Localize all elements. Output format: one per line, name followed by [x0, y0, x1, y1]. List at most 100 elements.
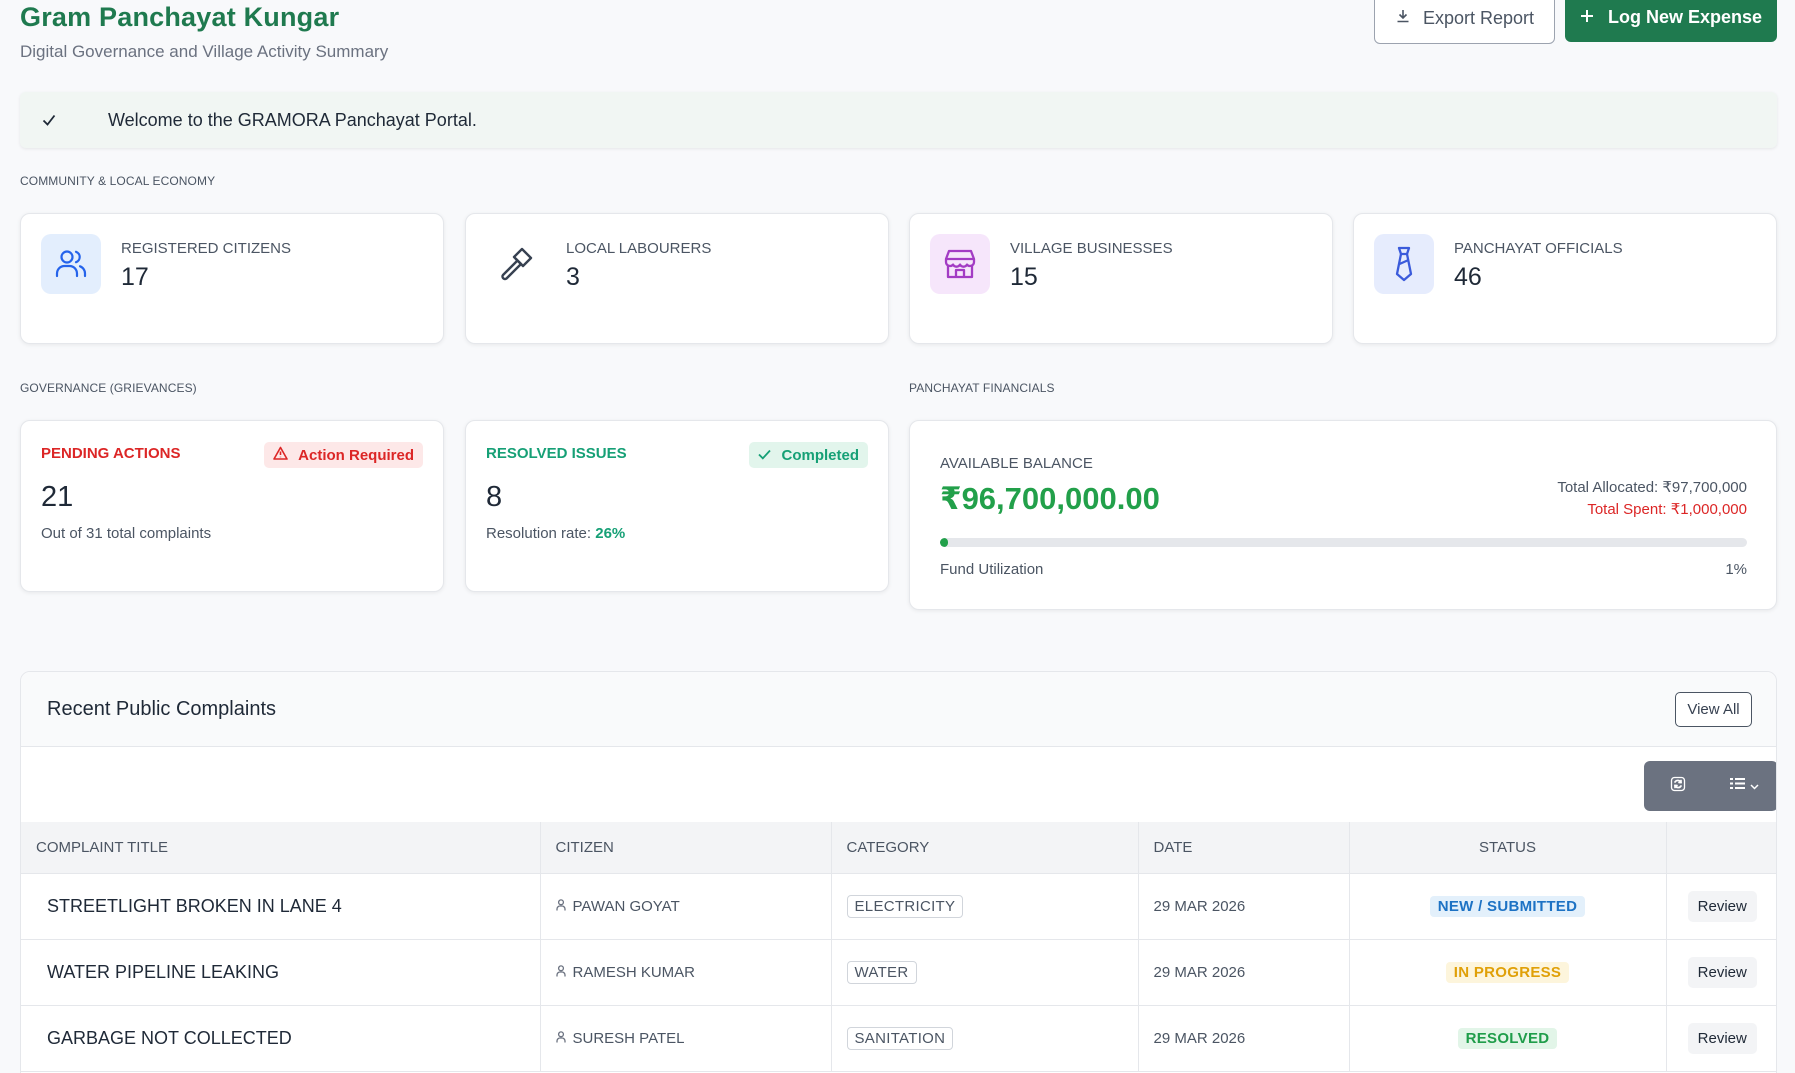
resolved-issues-label: RESOLVED ISSUES: [486, 445, 627, 462]
column-header-citizen[interactable]: CITIZEN: [540, 822, 832, 874]
column-header-status[interactable]: STATUS: [1349, 822, 1667, 874]
alert-message: Welcome to the GRAMORA Panchayat Portal.: [108, 109, 477, 130]
stat-value: 17: [121, 263, 149, 291]
badge-label: Action Required: [298, 446, 414, 464]
completed-badge: Completed: [749, 442, 868, 468]
columns-icon: [1730, 777, 1746, 795]
fund-utilization-bar: [940, 538, 1747, 547]
resolved-count: 8: [486, 481, 503, 513]
welcome-alert: Welcome to the GRAMORA Panchayat Portal.: [20, 92, 1777, 148]
table-row[interactable]: GARBAGE NOT COLLECTED SURESH PATEL SANIT…: [21, 1005, 1776, 1072]
available-balance: ₹96,700,000.00: [940, 481, 1160, 516]
pending-actions-card[interactable]: PENDING ACTIONS Action Required 21 Out o…: [20, 420, 444, 592]
complaint-title: WATER PIPELINE LEAKING: [21, 939, 541, 1006]
complaint-title: GARBAGE NOT COLLECTED: [21, 1005, 541, 1072]
community-section-label: COMMUNITY & LOCAL ECONOMY: [20, 174, 216, 188]
user-icon: [555, 964, 566, 981]
export-report-button[interactable]: Export Report: [1374, 0, 1555, 44]
tie-icon: [1374, 234, 1434, 294]
complaint-title: STREETLIGHT BROKEN IN LANE 4: [21, 873, 541, 940]
total-spent: Total Spent: ₹1,000,000: [1587, 501, 1747, 518]
stat-value: 46: [1454, 263, 1482, 291]
fund-utilization-fill: [940, 538, 949, 547]
action-cell: Review: [1666, 1005, 1776, 1072]
category-cell: WATER: [831, 939, 1139, 1006]
action-cell: Review: [1666, 873, 1776, 940]
table-toolbar: [1644, 761, 1776, 811]
stat-card-officials[interactable]: PANCHAYAT OFFICIALS 46: [1353, 213, 1777, 344]
columns-toggle-button[interactable]: [1711, 761, 1776, 811]
stat-card-labourers[interactable]: LOCAL LABOURERS 3: [465, 213, 889, 344]
page-title: Gram Panchayat Kungar: [20, 2, 340, 32]
check-icon: [42, 114, 64, 126]
column-header-action: [1666, 822, 1776, 874]
badge-label: Completed: [781, 446, 859, 464]
page-subtitle: Digital Governance and Village Activity …: [20, 42, 389, 61]
panel-title: Recent Public Complaints: [47, 698, 276, 720]
warning-icon: [273, 446, 288, 464]
table-row[interactable]: WATER PIPELINE LEAKING RAMESH KUMAR WATE…: [21, 939, 1776, 1006]
citizen-cell: PAWAN GOYAT: [540, 873, 832, 940]
column-header-date[interactable]: DATE: [1138, 822, 1350, 874]
table-row[interactable]: STREETLIGHT BROKEN IN LANE 4 PAWAN GOYAT…: [21, 873, 1776, 940]
refresh-icon: [1670, 776, 1686, 797]
status-badge: IN PROGRESS: [1445, 961, 1570, 983]
date-cell: 29 MAR 2026: [1138, 939, 1350, 1006]
category-tag: WATER: [846, 960, 917, 984]
export-report-label: Export Report: [1422, 7, 1535, 28]
review-button[interactable]: Review: [1687, 1022, 1757, 1054]
column-header-category[interactable]: CATEGORY: [831, 822, 1139, 874]
category-tag: SANITATION: [846, 1026, 954, 1050]
resolution-rate: Resolution rate: 26%: [486, 525, 625, 542]
citizen-name: PAWAN GOYAT: [572, 897, 680, 915]
citizen-name: SURESH PATEL: [572, 1029, 685, 1047]
table-header-row: COMPLAINT TITLE CITIZEN CATEGORY DATE ST…: [21, 822, 1776, 874]
panel-header: Recent Public Complaints View All: [21, 672, 1776, 747]
chevron-down-icon: [1750, 777, 1759, 795]
pending-count: 21: [41, 481, 74, 513]
citizen-cell: SURESH PATEL: [540, 1005, 832, 1072]
fund-utilization-label: Fund Utilization: [940, 561, 1044, 578]
action-cell: Review: [1666, 939, 1776, 1006]
hammer-icon: [486, 234, 546, 294]
status-cell: RESOLVED: [1349, 1005, 1667, 1072]
user-icon: [555, 1030, 566, 1047]
action-required-badge: Action Required: [264, 442, 423, 468]
financials-card: AVAILABLE BALANCE ₹96,700,000.00 Total A…: [909, 420, 1777, 610]
download-icon: [1395, 8, 1411, 29]
stat-card-citizens[interactable]: REGISTERED CITIZENS 17: [20, 213, 444, 344]
status-cell: NEW / SUBMITTED: [1349, 873, 1667, 940]
review-button[interactable]: Review: [1687, 890, 1757, 922]
view-all-button[interactable]: View All: [1675, 692, 1752, 727]
log-new-expense-label: Log New Expense: [1607, 6, 1763, 27]
users-icon: [41, 234, 101, 294]
date-cell: 29 MAR 2026: [1138, 873, 1350, 940]
status-badge: NEW / SUBMITTED: [1429, 895, 1586, 917]
log-new-expense-button[interactable]: Log New Expense: [1565, 0, 1777, 42]
pending-actions-label: PENDING ACTIONS: [41, 445, 181, 462]
stat-card-businesses[interactable]: VILLAGE BUSINESSES 15: [909, 213, 1333, 344]
complaints-table: COMPLAINT TITLE CITIZEN CATEGORY DATE ST…: [21, 822, 1776, 1072]
review-button[interactable]: Review: [1687, 956, 1757, 988]
status-badge: RESOLVED: [1457, 1027, 1558, 1049]
stat-value: 3: [566, 263, 580, 291]
column-header-title[interactable]: COMPLAINT TITLE: [21, 822, 541, 874]
governance-section-label: GOVERNANCE (GRIEVANCES): [20, 381, 197, 395]
stat-value: 15: [1010, 263, 1038, 291]
resolved-issues-card[interactable]: RESOLVED ISSUES Completed 8 Resolution r…: [465, 420, 889, 592]
resolution-rate-value: 26%: [595, 525, 626, 542]
total-allocated: Total Allocated: ₹97,700,000: [1557, 479, 1747, 496]
pending-sub: Out of 31 total complaints: [41, 525, 212, 542]
citizen-cell: RAMESH KUMAR: [540, 939, 832, 1006]
stat-label: REGISTERED CITIZENS: [121, 240, 292, 257]
financials-section-label: PANCHAYAT FINANCIALS: [909, 381, 1055, 395]
plus-icon: [1580, 7, 1594, 28]
category-cell: SANITATION: [831, 1005, 1139, 1072]
user-icon: [555, 898, 566, 915]
refresh-button[interactable]: [1644, 761, 1711, 811]
store-icon: [930, 234, 990, 294]
category-tag: ELECTRICITY: [846, 894, 964, 918]
balance-label: AVAILABLE BALANCE: [940, 455, 1093, 472]
status-cell: IN PROGRESS: [1349, 939, 1667, 1006]
fund-utilization-pct: 1%: [1725, 561, 1747, 578]
